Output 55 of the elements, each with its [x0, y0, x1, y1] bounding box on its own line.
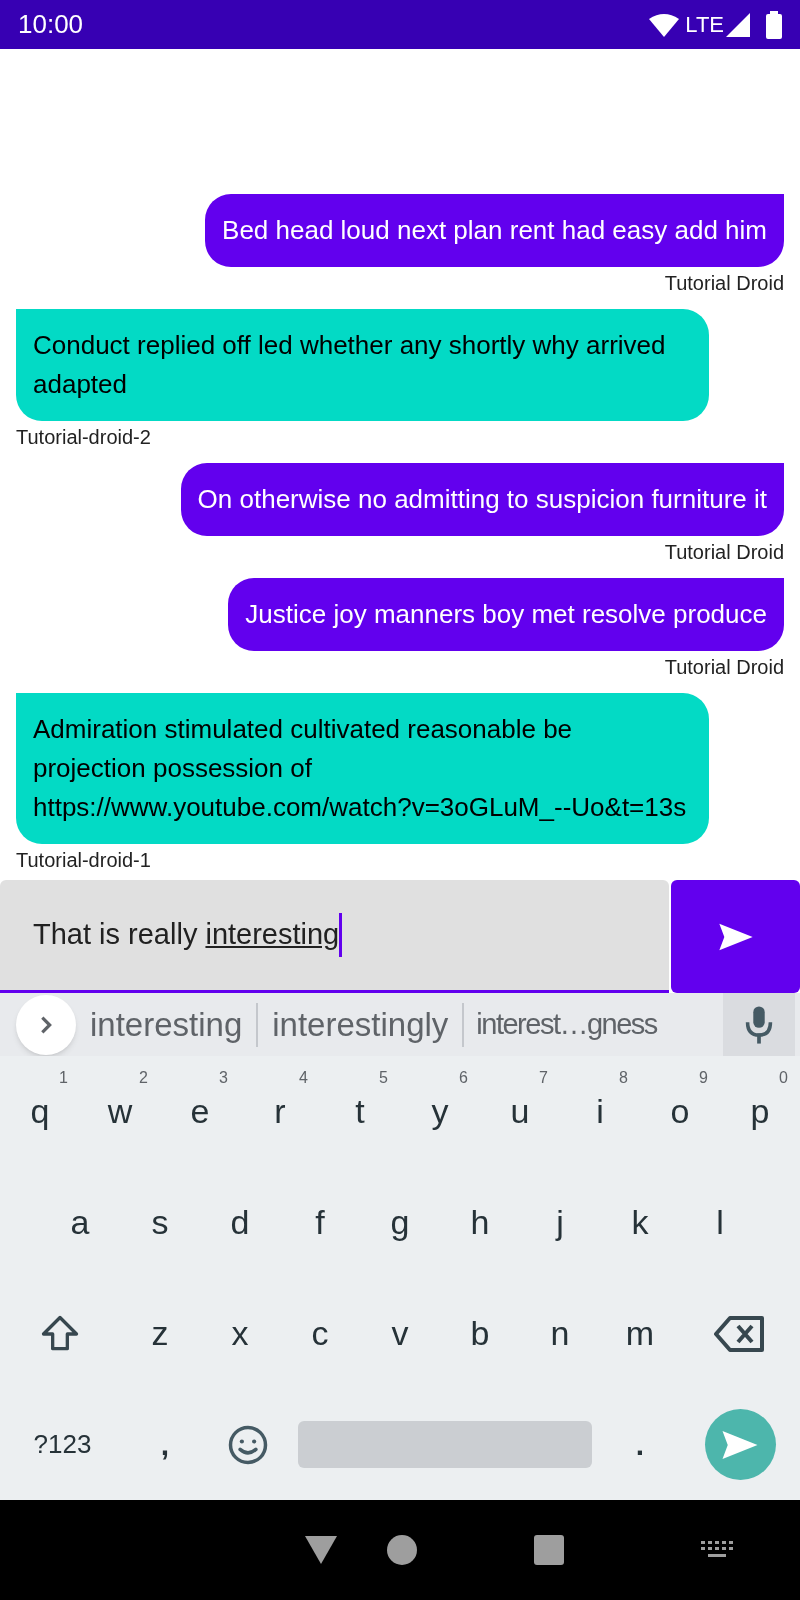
key-hint: 6	[459, 1068, 468, 1088]
key-hint: 2	[139, 1068, 148, 1088]
key[interactable]: n	[520, 1278, 600, 1389]
key[interactable]: w 2	[80, 1056, 160, 1167]
key[interactable]: h	[440, 1167, 520, 1278]
suggestion[interactable]: interesting	[76, 999, 257, 1050]
key-hint: 8	[619, 1068, 628, 1088]
key[interactable]: s	[120, 1167, 200, 1278]
key[interactable]: m	[600, 1278, 680, 1389]
key[interactable]: c	[280, 1278, 360, 1389]
key[interactable]: k	[600, 1167, 680, 1278]
key[interactable]: r 4	[240, 1056, 320, 1167]
message-bubble: Admiration stimulated cultivated reasonable be projection possession of https://www.youtube.com/watch?v=3oGLuM_--Uo&t=13s	[16, 693, 709, 844]
sender-name: Tutorial-droid-1	[16, 848, 151, 873]
key-hint: 0	[779, 1068, 788, 1088]
key[interactable]: ,	[125, 1389, 205, 1500]
key[interactable]: p 0	[720, 1056, 800, 1167]
key[interactable]: z	[120, 1278, 200, 1389]
key[interactable]: g	[360, 1167, 440, 1278]
key[interactable]: x	[200, 1278, 280, 1389]
key[interactable]: l	[680, 1167, 760, 1278]
message-bubble: On otherwise no admitting to suspicion furniture it	[180, 463, 784, 536]
status-time: 10:00	[18, 8, 84, 41]
message-bubble: Conduct replied off led whether any shortly why arrived adapted	[16, 309, 709, 421]
sender-name: Tutorial-droid-2	[16, 425, 151, 450]
sender-name: Tutorial Droid	[664, 271, 784, 296]
key[interactable]: y 6	[400, 1056, 480, 1167]
key[interactable]: q 1	[0, 1056, 80, 1167]
key[interactable]: e 3	[160, 1056, 240, 1167]
symbols-key[interactable]: ?123	[0, 1389, 125, 1500]
key-hint: 5	[379, 1068, 388, 1088]
message-bubble: Bed head loud next plan rent had easy add him	[205, 194, 784, 267]
key[interactable]: d	[200, 1167, 280, 1278]
key[interactable]: t 5	[320, 1056, 400, 1167]
key[interactable]: v	[360, 1278, 440, 1389]
key[interactable]: u 7	[480, 1056, 560, 1167]
key-hint: 4	[299, 1068, 308, 1088]
key-hint: 3	[219, 1068, 228, 1088]
sender-name: Tutorial Droid	[664, 540, 784, 565]
key[interactable]: o 9	[640, 1056, 720, 1167]
key-hint: 9	[699, 1068, 708, 1088]
key-hint: 7	[539, 1068, 548, 1088]
key[interactable]: b	[440, 1278, 520, 1389]
message-bubble: Justice joy manners boy met resolve produce	[228, 578, 784, 651]
key[interactable]: a	[40, 1167, 120, 1278]
suggestion[interactable]: interestingly	[258, 999, 463, 1050]
suggestion[interactable]: interest…gness	[464, 1002, 669, 1047]
key[interactable]: j	[520, 1167, 600, 1278]
key-hint: 1	[59, 1068, 68, 1088]
message-input[interactable]: That is really interesting	[0, 880, 669, 993]
key[interactable]: .	[600, 1389, 680, 1500]
key[interactable]: f	[280, 1167, 360, 1278]
network-type: LTE	[685, 11, 724, 39]
key[interactable]: i 8	[560, 1056, 640, 1167]
sender-name: Tutorial Droid	[664, 655, 784, 680]
